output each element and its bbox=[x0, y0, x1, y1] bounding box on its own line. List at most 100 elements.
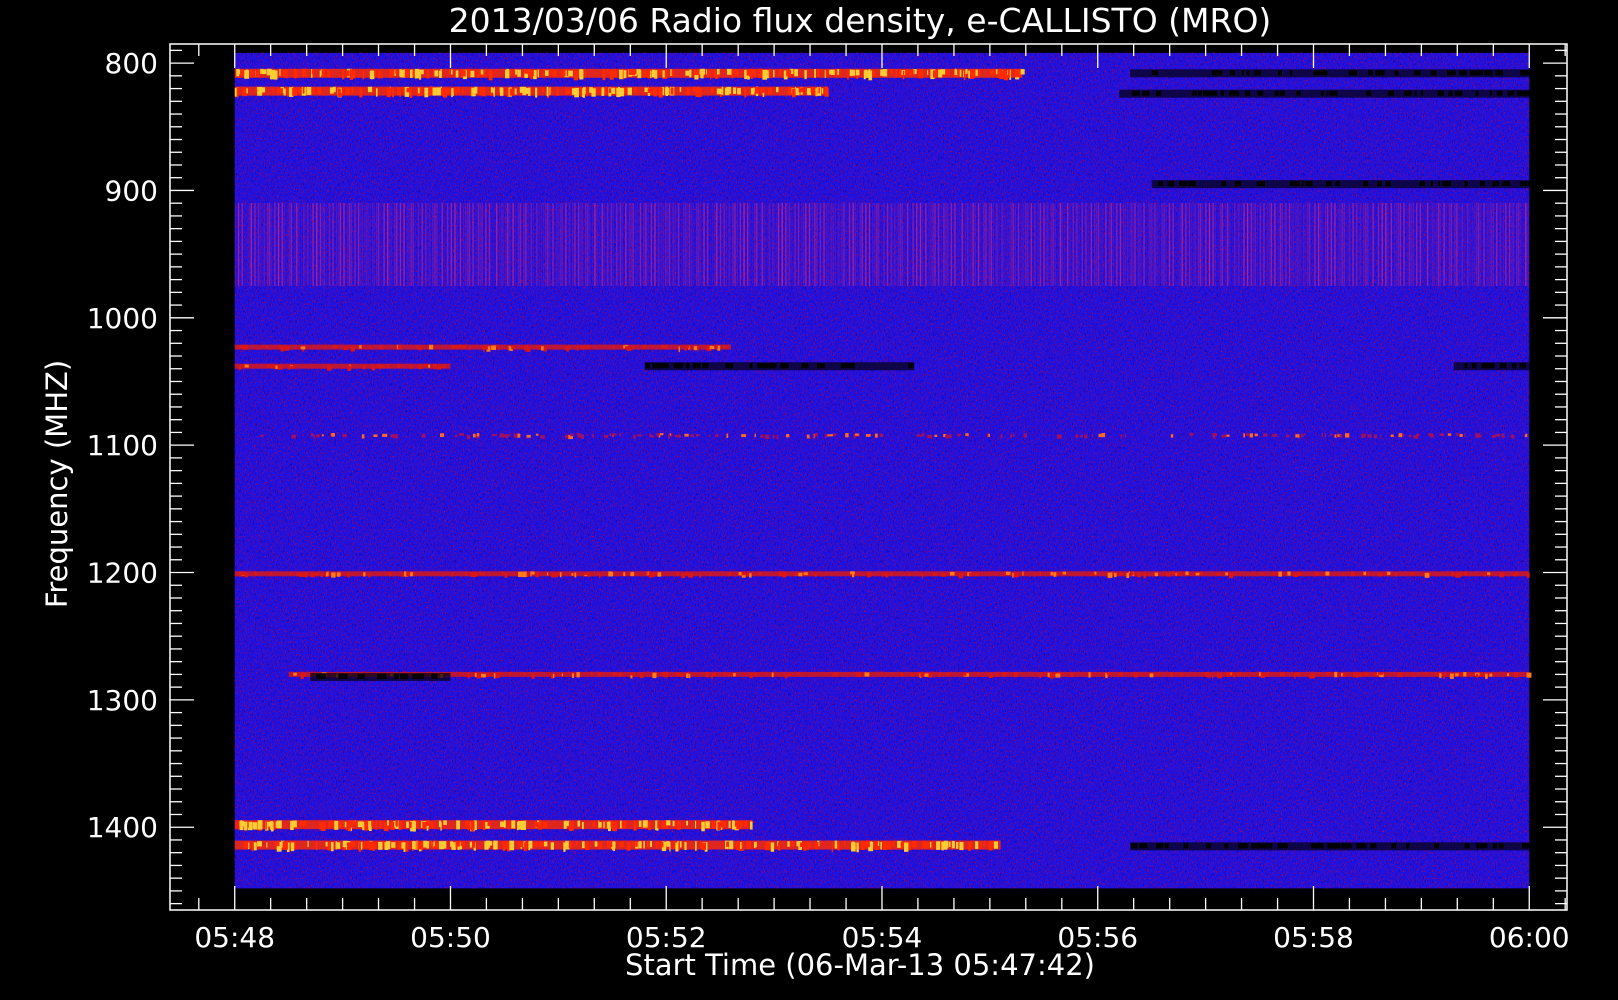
absorption-speckle bbox=[1329, 90, 1338, 96]
emission-speckle bbox=[761, 70, 763, 77]
emission-speckle bbox=[648, 822, 651, 831]
absorption-speckle bbox=[780, 363, 786, 369]
emission-speckle bbox=[481, 87, 486, 97]
emission-speckle bbox=[1487, 572, 1491, 575]
emission-speckle bbox=[574, 87, 579, 98]
emission-speckle bbox=[749, 673, 753, 678]
emission-speckle bbox=[270, 364, 275, 369]
emission-speckle bbox=[541, 346, 544, 351]
emission-speckle bbox=[1425, 671, 1427, 675]
emission-speckle bbox=[522, 571, 527, 578]
emission-speckle bbox=[489, 70, 491, 77]
emission-speckle bbox=[511, 346, 516, 349]
emission-speckle bbox=[346, 842, 351, 850]
emission-speckle bbox=[609, 70, 614, 80]
emission-speckle bbox=[320, 573, 323, 578]
emission-speckle bbox=[908, 573, 911, 576]
absorption-speckle bbox=[1289, 181, 1293, 187]
emission-speckle bbox=[254, 571, 257, 576]
emission-speckle bbox=[1249, 433, 1253, 438]
emission-speckle bbox=[307, 840, 309, 848]
emission-speckle bbox=[709, 571, 711, 577]
emission-speckle bbox=[1272, 572, 1276, 575]
absorption-speckle bbox=[394, 673, 399, 679]
emission-speckle bbox=[686, 820, 688, 826]
emission-speckle bbox=[951, 840, 955, 849]
emission-speckle bbox=[701, 821, 705, 832]
emission-speckle bbox=[694, 69, 700, 76]
absorption-speckle bbox=[1325, 181, 1332, 187]
emission-speckle bbox=[654, 70, 658, 79]
emission-speckle bbox=[500, 821, 504, 827]
emission-speckle bbox=[731, 68, 734, 78]
emission-speckle bbox=[543, 346, 547, 352]
absorption-speckle bbox=[1459, 70, 1467, 76]
absorption-speckle bbox=[1164, 843, 1169, 849]
emission-speckle bbox=[699, 69, 704, 75]
absorption-speckle bbox=[1524, 90, 1531, 96]
absorption-speckle bbox=[1131, 90, 1134, 96]
absorption-speckle bbox=[1469, 70, 1477, 76]
emission-speckle bbox=[331, 433, 335, 437]
absorption-speckle bbox=[1278, 70, 1282, 76]
absorption-speckle bbox=[1368, 70, 1373, 76]
emission-speckle bbox=[685, 70, 690, 76]
absorption-speckle bbox=[1520, 181, 1528, 187]
emission-speckle bbox=[550, 842, 554, 850]
emission-speckle bbox=[469, 841, 472, 848]
emission-speckle bbox=[877, 841, 880, 846]
emission-speckle bbox=[821, 88, 824, 94]
emission-speckle bbox=[1526, 672, 1532, 678]
emission-speckle bbox=[517, 821, 522, 830]
emission-speckle bbox=[657, 820, 659, 829]
emission-speckle bbox=[570, 433, 574, 437]
emission-speckle bbox=[301, 820, 307, 827]
emission-speckle bbox=[613, 70, 617, 78]
emission-speckle bbox=[282, 69, 287, 77]
emission-speckle bbox=[1216, 573, 1220, 576]
emission-speckle bbox=[824, 88, 829, 97]
absorption-speckle bbox=[1420, 90, 1424, 96]
emission-speckle bbox=[880, 842, 882, 850]
emission-speckle bbox=[989, 840, 993, 848]
emission-speckle bbox=[760, 434, 762, 438]
emission-speckle bbox=[467, 69, 471, 77]
emission-speckle bbox=[568, 70, 573, 77]
emission-speckle bbox=[837, 841, 840, 851]
y-tick-label: 1100 bbox=[87, 429, 158, 462]
absorption-speckle bbox=[1220, 90, 1224, 96]
emission-speckle bbox=[492, 434, 497, 437]
emission-speckle bbox=[577, 820, 581, 827]
emission-speckle bbox=[711, 673, 713, 679]
emission-speckle bbox=[856, 672, 862, 678]
absorption-speckle bbox=[1197, 90, 1202, 96]
emission-speckle bbox=[733, 673, 736, 677]
emission-speckle bbox=[1075, 434, 1079, 438]
emission-speckle bbox=[749, 573, 752, 578]
emission-speckle bbox=[361, 434, 365, 439]
emission-speckle bbox=[606, 841, 611, 848]
emission-speckle bbox=[874, 433, 878, 438]
emission-speckle bbox=[637, 70, 642, 79]
absorption-speckle bbox=[1394, 70, 1399, 76]
emission-speckle bbox=[1265, 672, 1269, 677]
emission-speckle bbox=[910, 673, 915, 677]
emission-speckle bbox=[920, 435, 923, 438]
emission-speckle bbox=[476, 70, 481, 78]
plot-area bbox=[170, 44, 1567, 910]
emission-speckle bbox=[1350, 571, 1355, 577]
emission-speckle bbox=[662, 70, 665, 78]
emission-speckle bbox=[1463, 672, 1467, 677]
emission-speckle bbox=[409, 821, 412, 828]
emission-speckle bbox=[623, 70, 627, 79]
emission-speckle bbox=[872, 70, 875, 77]
emission-speckle bbox=[599, 573, 601, 579]
emission-speckle bbox=[583, 88, 585, 98]
emission-speckle bbox=[518, 571, 522, 577]
emission-speckle bbox=[705, 345, 709, 351]
emission-speckle bbox=[938, 69, 941, 78]
emission-speckle bbox=[524, 345, 528, 351]
emission-speckle bbox=[860, 840, 865, 850]
emission-speckle bbox=[429, 840, 432, 848]
emission-speckle bbox=[543, 822, 548, 828]
